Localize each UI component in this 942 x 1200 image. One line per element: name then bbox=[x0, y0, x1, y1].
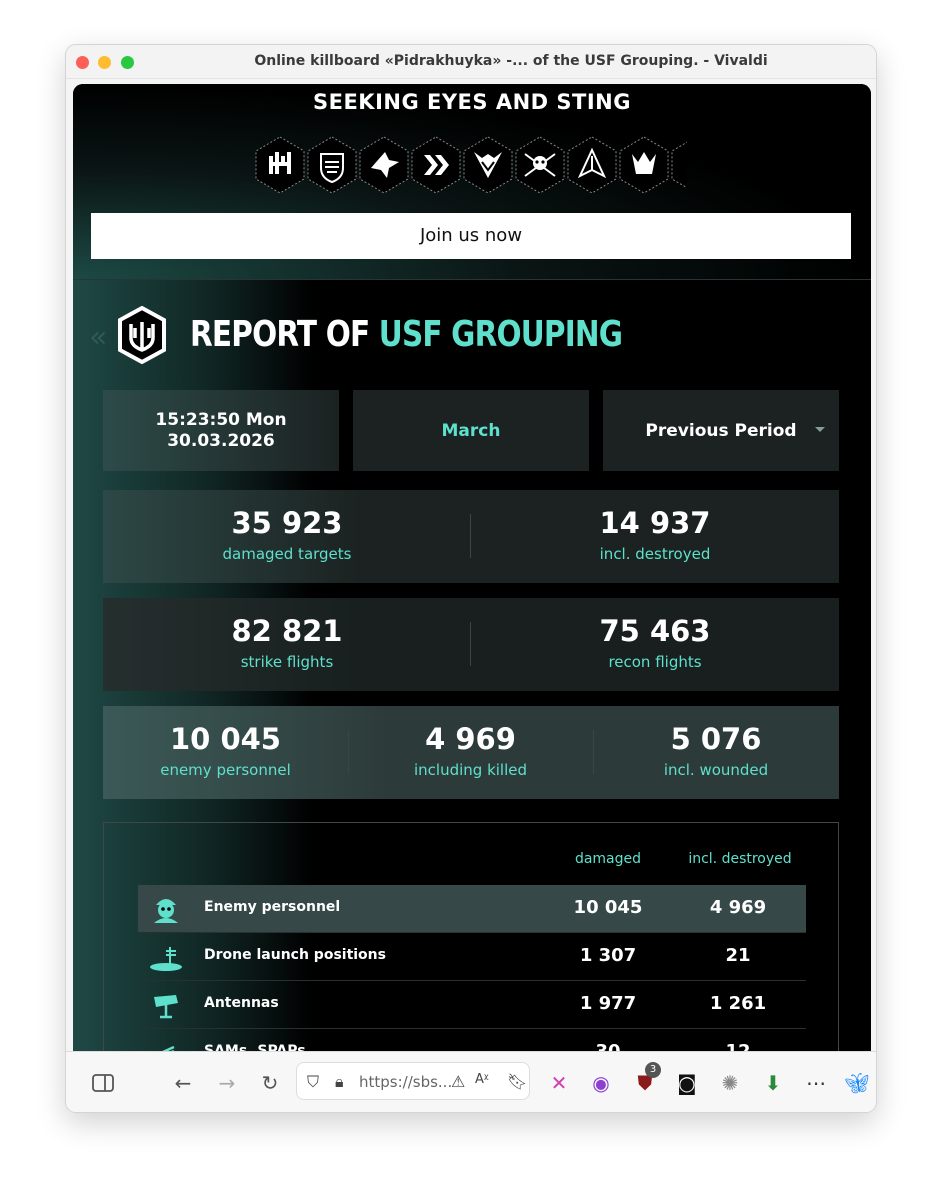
extension-x-icon[interactable]: ✕ bbox=[546, 1070, 572, 1096]
targets-stat-card: 35 923 damaged targets 14 937 incl. dest… bbox=[103, 490, 839, 583]
killed-label: including killed bbox=[413, 761, 528, 779]
slogan: SEEKING EYES AND STING bbox=[312, 90, 631, 114]
recon-flights-label: recon flights bbox=[608, 653, 702, 671]
sam-launcher-icon bbox=[159, 1045, 175, 1052]
column-header-damaged: damaged bbox=[574, 851, 642, 867]
destroyed-stat: 14 937 incl. destroyed bbox=[471, 490, 839, 583]
row-damaged: 1 977 bbox=[579, 993, 637, 1014]
month-selector[interactable]: March bbox=[353, 390, 589, 471]
killed-stat: 4 969 including killed bbox=[348, 706, 593, 799]
destroyed-label: incl. destroyed bbox=[599, 545, 711, 563]
period-dropdown[interactable]: Previous Period bbox=[603, 390, 839, 471]
report-title: REPORT OF USF GROUPING bbox=[190, 314, 623, 355]
strike-flights-label: strike flights bbox=[240, 653, 334, 671]
unit-emblems-strip[interactable] bbox=[255, 136, 687, 194]
close-window-button[interactable] bbox=[76, 56, 89, 69]
shield-icon[interactable]: ⛉ bbox=[307, 1072, 319, 1092]
period-dropdown-label: Previous Period bbox=[645, 420, 797, 441]
ublock-count-badge: 3 bbox=[645, 1062, 661, 1078]
extension-palm-icon[interactable]: ✺ bbox=[717, 1070, 743, 1096]
row-destroyed: 1 261 bbox=[709, 993, 767, 1014]
row-damaged: 10 045 bbox=[573, 897, 643, 918]
unit-emblem-3-icon[interactable] bbox=[359, 136, 409, 194]
row-name: Drone launch positions bbox=[204, 947, 386, 963]
warning-icon[interactable]: ⚠ bbox=[451, 1072, 465, 1091]
datetime-display: 15:23:50 Mon 30.03.2026 bbox=[103, 390, 339, 471]
unit-emblem-2-icon[interactable] bbox=[307, 136, 357, 194]
column-header-destroyed: incl. destroyed bbox=[688, 851, 792, 867]
unit-emblem-6-icon[interactable] bbox=[515, 136, 565, 194]
window-title: Online killboard «Pidrakhuyka» -... of t… bbox=[254, 53, 768, 69]
enemy-personnel-label: enemy personnel bbox=[160, 761, 291, 779]
extension-glasses-icon[interactable]: ◙ bbox=[674, 1070, 700, 1096]
row-destroyed: 21 bbox=[725, 945, 751, 966]
minimize-window-button[interactable] bbox=[98, 56, 111, 69]
address-bar[interactable]: ⛉ 🔒︎ https://sbs... ⚠ Aᵡ 🔖︎ bbox=[296, 1062, 530, 1100]
page-viewport: SEEKING EYES AND STING Join us now « REP… bbox=[73, 84, 871, 1052]
bluesky-icon[interactable]: 🦋︎ bbox=[844, 1070, 870, 1096]
url-text[interactable]: https://sbs... bbox=[359, 1073, 452, 1091]
targets-table: damaged incl. destroyed Enemy personnel … bbox=[103, 822, 839, 1052]
report-section: « REPORT OF USF GROUPING 15:23:50 Mon 30.… bbox=[73, 280, 871, 1052]
site-header: SEEKING EYES AND STING Join us now bbox=[73, 84, 871, 280]
antenna-icon bbox=[154, 995, 178, 1019]
row-name: Antennas bbox=[204, 995, 279, 1011]
table-row-antennas[interactable]: Antennas 1 977 1 261 bbox=[138, 981, 806, 1029]
enemy-personnel-value: 10 045 bbox=[170, 722, 281, 756]
wounded-value: 5 076 bbox=[670, 722, 762, 756]
enemy-personnel-stat: 10 045 enemy personnel bbox=[103, 706, 348, 799]
damaged-targets-label: damaged targets bbox=[222, 545, 352, 563]
damaged-targets-stat: 35 923 damaged targets bbox=[103, 490, 471, 583]
dropdown-caret-icon bbox=[815, 427, 825, 432]
destroyed-value: 14 937 bbox=[599, 506, 711, 540]
browser-window: Online killboard «Pidrakhuyka» -... of t… bbox=[65, 44, 877, 1113]
unit-emblem-4-icon[interactable] bbox=[411, 136, 461, 194]
datetime-date: 30.03.2026 bbox=[167, 430, 275, 451]
lock-icon: 🔒︎ bbox=[335, 1072, 344, 1091]
damaged-targets-value: 35 923 bbox=[231, 506, 343, 540]
report-title-accent: USF GROUPING bbox=[378, 314, 623, 355]
wounded-stat: 5 076 incl. wounded bbox=[593, 706, 839, 799]
trident-shield-icon bbox=[118, 306, 166, 364]
browser-toolbar: ← → ↻ ⛉ 🔒︎ https://sbs... ⚠ Aᵡ 🔖︎ ✕ ◉ ⛊ … bbox=[66, 1051, 876, 1112]
table-row-enemy-personnel[interactable]: Enemy personnel 10 045 4 969 bbox=[138, 885, 806, 933]
launch-position-icon bbox=[150, 947, 182, 971]
killed-value: 4 969 bbox=[425, 722, 516, 756]
bookmark-icon[interactable]: 🔖︎ bbox=[507, 1072, 527, 1091]
unit-emblem-5-icon[interactable] bbox=[463, 136, 513, 194]
forward-arrow-icon[interactable]: → bbox=[214, 1070, 240, 1096]
soldier-icon bbox=[154, 899, 178, 923]
unit-emblem-1-icon[interactable] bbox=[255, 136, 305, 194]
report-title-prefix: REPORT OF bbox=[190, 314, 379, 355]
zoom-window-button[interactable] bbox=[121, 56, 134, 69]
row-destroyed: 4 969 bbox=[709, 897, 767, 918]
recon-flights-value: 75 463 bbox=[599, 614, 711, 648]
strike-flights-stat: 82 821 strike flights bbox=[103, 598, 471, 691]
unit-emblem-7-icon[interactable] bbox=[567, 136, 617, 194]
wounded-label: incl. wounded bbox=[663, 761, 769, 779]
row-name: Enemy personnel bbox=[204, 899, 341, 915]
extension-play-icon[interactable]: ◉ bbox=[588, 1070, 614, 1096]
row-damaged: 1 307 bbox=[579, 945, 637, 966]
join-us-button[interactable]: Join us now bbox=[91, 213, 851, 259]
title-bar: Online killboard «Pidrakhuyka» -... of t… bbox=[66, 45, 876, 79]
panel-toggle-icon[interactable] bbox=[90, 1070, 116, 1096]
extension-dots-icon[interactable]: ⋯ bbox=[803, 1070, 829, 1096]
table-row-drone-launch[interactable]: Drone launch positions 1 307 21 bbox=[138, 933, 806, 981]
reload-icon[interactable]: ↻ bbox=[257, 1070, 283, 1096]
recon-flights-stat: 75 463 recon flights bbox=[471, 598, 839, 691]
download-extension-icon[interactable]: ⬇ bbox=[760, 1070, 786, 1096]
strike-flights-value: 82 821 bbox=[231, 614, 343, 648]
datetime-time: 15:23:50 Mon bbox=[155, 409, 287, 430]
table-row-sams[interactable]: SAMs, SPAPs 30 12 bbox=[138, 1029, 806, 1052]
back-chevron-icon[interactable]: « bbox=[89, 320, 107, 355]
translate-icon[interactable]: Aᵡ bbox=[475, 1072, 489, 1087]
personnel-stat-card: 10 045 enemy personnel 4 969 including k… bbox=[103, 706, 839, 799]
unit-emblem-8-icon[interactable] bbox=[619, 136, 669, 194]
flights-stat-card: 82 821 strike flights 75 463 recon fligh… bbox=[103, 598, 839, 691]
back-arrow-icon[interactable]: ← bbox=[170, 1070, 196, 1096]
unit-emblem-9-icon[interactable] bbox=[671, 136, 687, 194]
